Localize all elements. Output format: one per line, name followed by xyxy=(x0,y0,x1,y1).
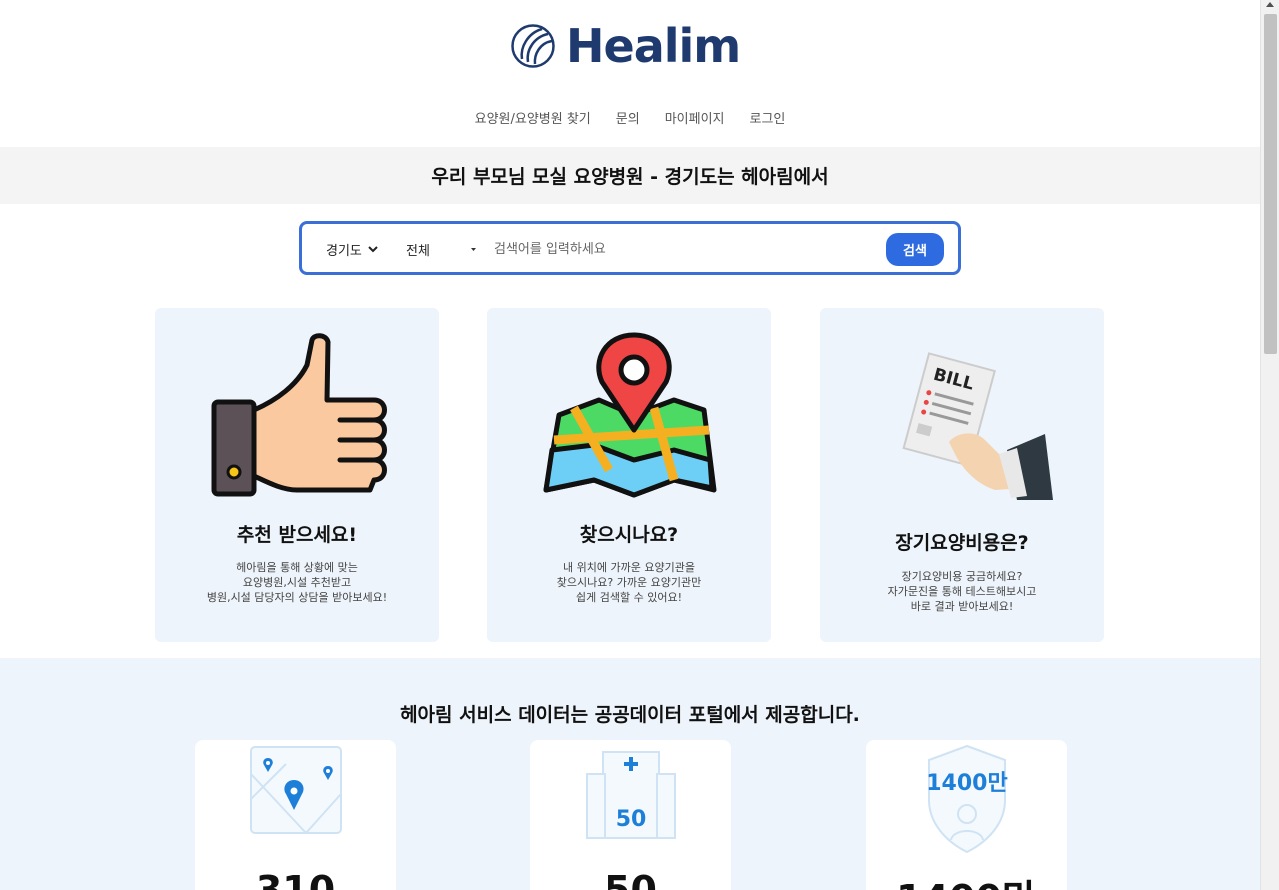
nav-find-facility[interactable]: 요양원/요양병원 찾기 xyxy=(475,108,591,127)
stat-value: 310 xyxy=(255,868,336,890)
caret-down-icon xyxy=(471,247,476,251)
main-nav: 요양원/요양병원 찾기 문의 마이페이지 로그인 xyxy=(0,108,1260,127)
feature-desc-line: 병원,시설 담당자의 상담을 받아보세요! xyxy=(206,591,388,604)
brand-name: Healim xyxy=(566,19,741,73)
data-section-title: 헤아림 서비스 데이터는 공공데이터 포털에서 제공합니다. xyxy=(400,704,860,726)
chevron-down-icon xyxy=(368,246,378,253)
feature-desc-line: 쉽게 검색할 수 있어요! xyxy=(576,591,682,604)
stat-card: 1400만 1400만 xyxy=(866,740,1067,890)
hero-banner: 우리 부모님 모실 요양병원 - 경기도는 헤아림에서 xyxy=(0,147,1260,204)
type-select[interactable]: 전체 xyxy=(406,240,476,259)
scroll-up-arrow-icon[interactable] xyxy=(1266,2,1274,7)
feature-desc-line: 장기요양비용 궁금하세요? xyxy=(901,570,1023,583)
brand-logo[interactable]: Healim xyxy=(510,19,741,73)
bill-icon: BILL xyxy=(820,350,1104,520)
nav-inquiry[interactable]: 문의 xyxy=(616,108,640,127)
feature-desc-line: 자가문진을 통해 테스트해보시고 xyxy=(887,585,1037,598)
feature-title: 장기요양비용은? xyxy=(895,532,1029,554)
feature-title: 추천 받으세요! xyxy=(236,524,358,546)
stat-card: 310 xyxy=(195,740,396,890)
feature-desc-line: 찾으시나요? 가까운 요양기관만 xyxy=(556,576,702,589)
map-pin-icon xyxy=(487,330,771,500)
region-select-value: 경기도 xyxy=(326,244,362,259)
shield-person-icon: 1400만 xyxy=(866,744,1067,854)
feature-desc-line: 바로 결과 받아보세요! xyxy=(910,600,1014,613)
search-bar: 경기도 전체 검색 xyxy=(299,221,961,275)
hospital-icon-text: 50 xyxy=(615,807,646,832)
shield-icon-text: 1400만 xyxy=(926,771,1007,796)
feature-title: 찾으시나요? xyxy=(579,524,679,546)
data-source-section: 헤아림 서비스 데이터는 공공데이터 포털에서 제공합니다. 310 50 50… xyxy=(0,658,1260,890)
feature-card-cost[interactable]: BILL 장기요양비용은? 장기요양비용 궁금하세요? 자가문진을 통해 테스트… xyxy=(820,308,1104,642)
search-input[interactable] xyxy=(494,237,874,261)
feature-card-recommend[interactable]: 추천 받으세요! 헤아림을 통해 상황에 맞는 요양병원,시설 추천받고 병원,… xyxy=(155,308,439,642)
page: Healim 요양원/요양병원 찾기 문의 마이페이지 로그인 우리 부모님 모… xyxy=(0,0,1260,890)
nav-login[interactable]: 로그인 xyxy=(750,108,786,127)
search-button[interactable]: 검색 xyxy=(886,233,944,266)
feature-desc-line: 헤아림을 통해 상황에 맞는 xyxy=(236,561,358,574)
map-markers-icon xyxy=(195,744,396,836)
feature-desc-line: 내 위치에 가까운 요양기관을 xyxy=(563,561,695,574)
feature-desc-line: 요양병원,시설 추천받고 xyxy=(242,576,352,589)
region-select[interactable]: 경기도 xyxy=(326,240,378,259)
stat-value: 50 xyxy=(604,868,657,890)
stat-value: 1400만 xyxy=(866,868,1067,890)
healim-logo-icon xyxy=(511,24,555,68)
hero-title: 우리 부모님 모실 요양병원 - 경기도는 헤아림에서 xyxy=(431,166,829,188)
hospital-icon: 50 xyxy=(530,744,731,840)
scrollbar-thumb[interactable] xyxy=(1264,14,1277,354)
stat-card: 50 50 xyxy=(530,740,731,890)
thumbs-up-icon xyxy=(155,330,439,500)
nav-mypage[interactable]: 마이페이지 xyxy=(665,108,725,127)
page-scrollbar[interactable] xyxy=(1260,0,1279,890)
type-select-value: 전체 xyxy=(406,244,430,259)
feature-card-search[interactable]: 찾으시나요? 내 위치에 가까운 요양기관을 찾으시나요? 가까운 요양기관만 … xyxy=(487,308,771,642)
